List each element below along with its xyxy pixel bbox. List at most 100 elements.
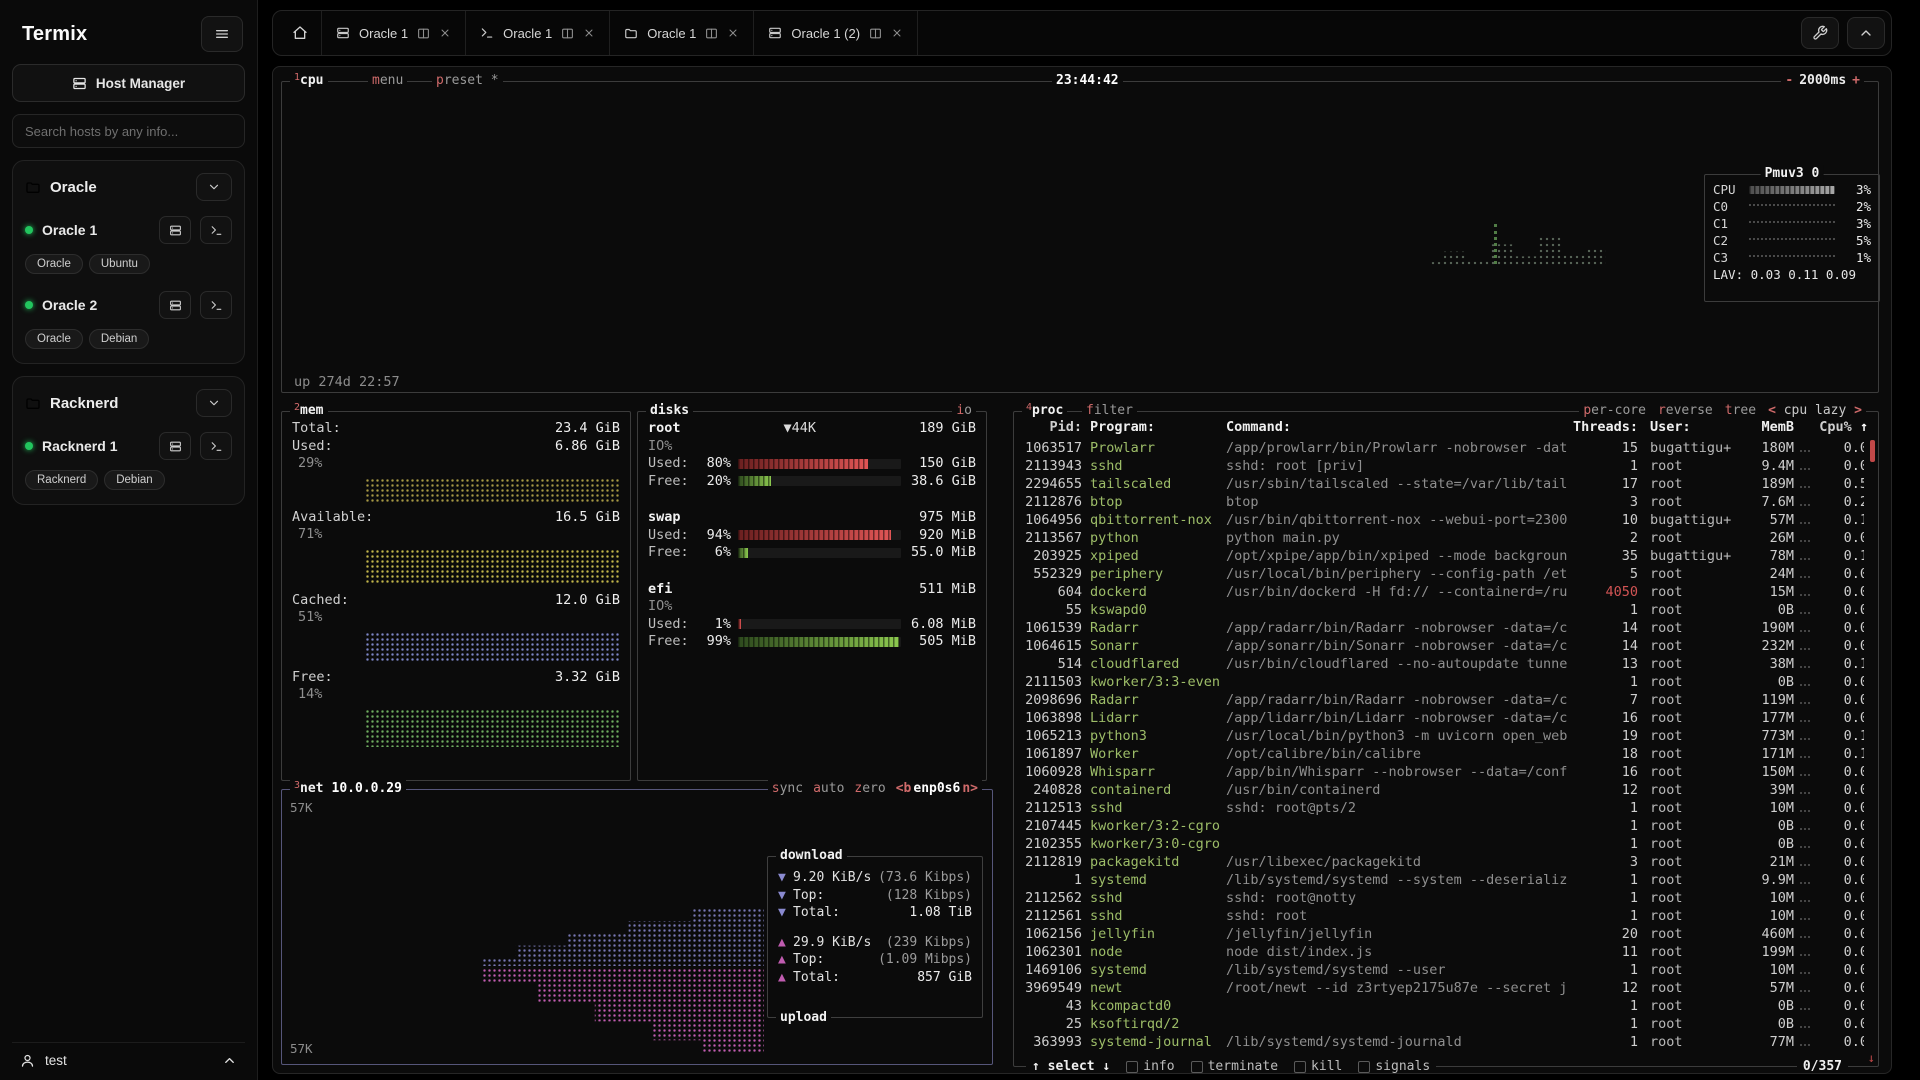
process-row[interactable]: 604dockerd/usr/bin/dockerd -H fd:// --co… (1022, 583, 1864, 601)
disk-meter (738, 619, 901, 629)
net-chip-sync[interactable]: sync (772, 780, 803, 798)
net-interface-selector[interactable]: <benp0s6n> (896, 780, 978, 798)
chevron-up-icon[interactable] (222, 1053, 237, 1068)
process-row[interactable]: 2112561sshdsshd: root1root10M0.0 (1022, 907, 1864, 925)
process-table-header[interactable]: Pid: Program: Command: Threads: User: Me… (1022, 418, 1864, 436)
tab-split-button[interactable] (417, 27, 430, 40)
host-group-header[interactable]: Racknerd (23, 387, 234, 423)
btop-menu-chip[interactable]: menu (368, 72, 407, 90)
sort-next[interactable]: > (1854, 403, 1862, 418)
process-row[interactable]: 1061897Worker/opt/calibre/bin/calibre18r… (1022, 745, 1864, 763)
process-row[interactable]: 1061539Radarr/app/radarr/bin/Radarr -nob… (1022, 619, 1864, 637)
cpu-gauge-box: Pmuv3 0 CPU3%C02%C13%C25%C31% LAV: 0.03 … (1704, 174, 1880, 302)
process-row[interactable]: 1063898Lidarr/app/lidarr/bin/Lidarr -nob… (1022, 709, 1864, 727)
process-row[interactable]: 3969549newt/root/newt --id z3rtyep2175u8… (1022, 979, 1864, 997)
host-group-header[interactable]: Oracle (23, 171, 234, 207)
process-row[interactable]: 2113943sshdsshd: root [priv]1root9.4M0.0 (1022, 457, 1864, 475)
tab-split-button[interactable] (869, 27, 882, 40)
dots-leader (1800, 547, 1810, 560)
process-row[interactable]: 552329periphery/usr/local/bin/periphery … (1022, 565, 1864, 583)
process-row[interactable]: 363993systemd-journal/lib/systemd/system… (1022, 1033, 1864, 1051)
host-connect-button[interactable] (159, 216, 191, 244)
process-row[interactable]: 240828containerd/usr/bin/containerd12roo… (1022, 781, 1864, 799)
proc-scrollbar[interactable] (1870, 440, 1875, 462)
process-list[interactable]: 1063517Prowlarr/app/prowlarr/bin/Prowlar… (1022, 439, 1864, 1056)
net-chip-zero[interactable]: zero (854, 780, 885, 798)
tab-close-button[interactable] (891, 27, 903, 39)
process-row[interactable]: 2112513sshdsshd: root@pts/21root10M0.0 (1022, 799, 1864, 817)
refresh-increase[interactable]: + (1852, 72, 1860, 90)
tab-oracle-1[interactable]: Oracle 1 (321, 11, 465, 55)
tab-oracle-1[interactable]: Oracle 1 (609, 11, 753, 55)
process-row[interactable]: 1064956qbittorrent-nox/usr/bin/qbittorre… (1022, 511, 1864, 529)
process-row[interactable]: 43kcompactd01root0B0.0 (1022, 997, 1864, 1015)
btop-io-chip[interactable]: io (952, 402, 976, 420)
gauge-label: C0 (1713, 198, 1743, 215)
proc-action-info[interactable]: info (1126, 1058, 1174, 1074)
process-row[interactable]: 2111503kworker/3:3-even1root0B0.0 (1022, 673, 1864, 691)
host-item[interactable]: Racknerd 1 (23, 423, 234, 462)
sort-prev[interactable]: < (1768, 403, 1776, 418)
process-user: root (1650, 925, 1738, 943)
host-manager-button[interactable]: Host Manager (12, 64, 245, 102)
process-row[interactable]: 1062156jellyfin/jellyfin/jellyfin20root4… (1022, 925, 1864, 943)
host-connect-button[interactable] (159, 291, 191, 319)
host-item[interactable]: Oracle 1 (23, 207, 234, 246)
tab-close-button[interactable] (439, 27, 451, 39)
process-row[interactable]: 1062301nodenode dist/index.js11root199M0… (1022, 943, 1864, 961)
host-search-input[interactable] (12, 114, 245, 148)
btop-refresh-control[interactable]: - 2000ms + (1781, 72, 1864, 90)
collapse-tabbar-button[interactable] (1847, 17, 1885, 49)
gauge-dots (1749, 255, 1835, 257)
process-row[interactable]: 2107445kworker/3:2-cgro1root0B0.0 (1022, 817, 1864, 835)
process-row[interactable]: 1065213python3/usr/local/bin/python3 -m … (1022, 727, 1864, 745)
process-row[interactable]: 1064615Sonarr/app/sonarr/bin/Sonarr -nob… (1022, 637, 1864, 655)
tab-split-button[interactable] (561, 27, 574, 40)
process-row[interactable]: 2113567pythonpython main.py2root26M0.0 (1022, 529, 1864, 547)
proc-action-kill[interactable]: kill (1294, 1058, 1342, 1074)
btop-preset-chip[interactable]: preset * (432, 72, 503, 90)
refresh-decrease[interactable]: - (1785, 72, 1793, 90)
group-collapse-button[interactable] (196, 173, 232, 201)
sidebar-menu-button[interactable] (201, 16, 243, 52)
home-button[interactable] (279, 16, 321, 50)
process-row[interactable]: 2112876btopbtop3root7.6M0.2 (1022, 493, 1864, 511)
host-name: Oracle 1 (42, 222, 150, 238)
host-connect-button[interactable] (159, 432, 191, 460)
process-row[interactable]: 1063517Prowlarr/app/prowlarr/bin/Prowlar… (1022, 439, 1864, 457)
net-chip-auto[interactable]: auto (813, 780, 844, 798)
process-row[interactable]: 2112819packagekitd/usr/libexec/packageki… (1022, 853, 1864, 871)
terminal-view[interactable]: 1 cpu menu preset * 23:44:42 - 2000ms + … (272, 66, 1892, 1074)
proc-action-terminate[interactable]: terminate (1191, 1058, 1278, 1074)
process-row[interactable]: 2102355kworker/3:0-cgro1root0B0.0 (1022, 835, 1864, 853)
terminal-icon (480, 26, 494, 40)
tab-split-button[interactable] (705, 27, 718, 40)
host-item[interactable]: Oracle 2 (23, 282, 234, 321)
tab-close-button[interactable] (727, 27, 739, 39)
mem-stat-percent: 29% (282, 455, 630, 473)
admin-tools-button[interactable] (1801, 17, 1839, 49)
host-terminal-button[interactable] (200, 216, 232, 244)
prev-interface[interactable]: <b (896, 781, 912, 796)
tab-close-button[interactable] (583, 27, 595, 39)
host-terminal-button[interactable] (200, 291, 232, 319)
process-command: /usr/bin/qbittorrent-nox --webui-port=23… (1226, 511, 1568, 529)
process-row[interactable]: 25ksoftirqd/21root0B0.0 (1022, 1015, 1864, 1033)
process-row[interactable]: 1060928Whisparr/app/bin/Whisparr --nobro… (1022, 763, 1864, 781)
next-interface[interactable]: n> (962, 781, 978, 796)
group-collapse-button[interactable] (196, 389, 232, 417)
process-row[interactable]: 1469106systemd/lib/systemd/systemd --use… (1022, 961, 1864, 979)
process-row[interactable]: 2112562sshdsshd: root@notty1root10M0.0 (1022, 889, 1864, 907)
sidebar-footer[interactable]: test (12, 1042, 245, 1070)
process-row[interactable]: 55kswapd01root0B0.0 (1022, 601, 1864, 619)
host-terminal-button[interactable] (200, 432, 232, 460)
proc-action-signals[interactable]: signals (1358, 1058, 1430, 1074)
process-row[interactable]: 2294655tailscaled/usr/sbin/tailscaled --… (1022, 475, 1864, 493)
tab-oracle-1-2-[interactable]: Oracle 1 (2) (753, 11, 918, 55)
process-row[interactable]: 1systemd/lib/systemd/systemd --system --… (1022, 871, 1864, 889)
process-row[interactable]: 2098696Radarr/app/radarr/bin/Radarr -nob… (1022, 691, 1864, 709)
process-row[interactable]: 203925xpiped/opt/xpipe/app/bin/xpiped --… (1022, 547, 1864, 565)
meter-value: 505 MiB (908, 633, 976, 651)
tab-oracle-1[interactable]: Oracle 1 (465, 11, 609, 55)
process-row[interactable]: 514cloudflared/usr/bin/cloudflared --no-… (1022, 655, 1864, 673)
